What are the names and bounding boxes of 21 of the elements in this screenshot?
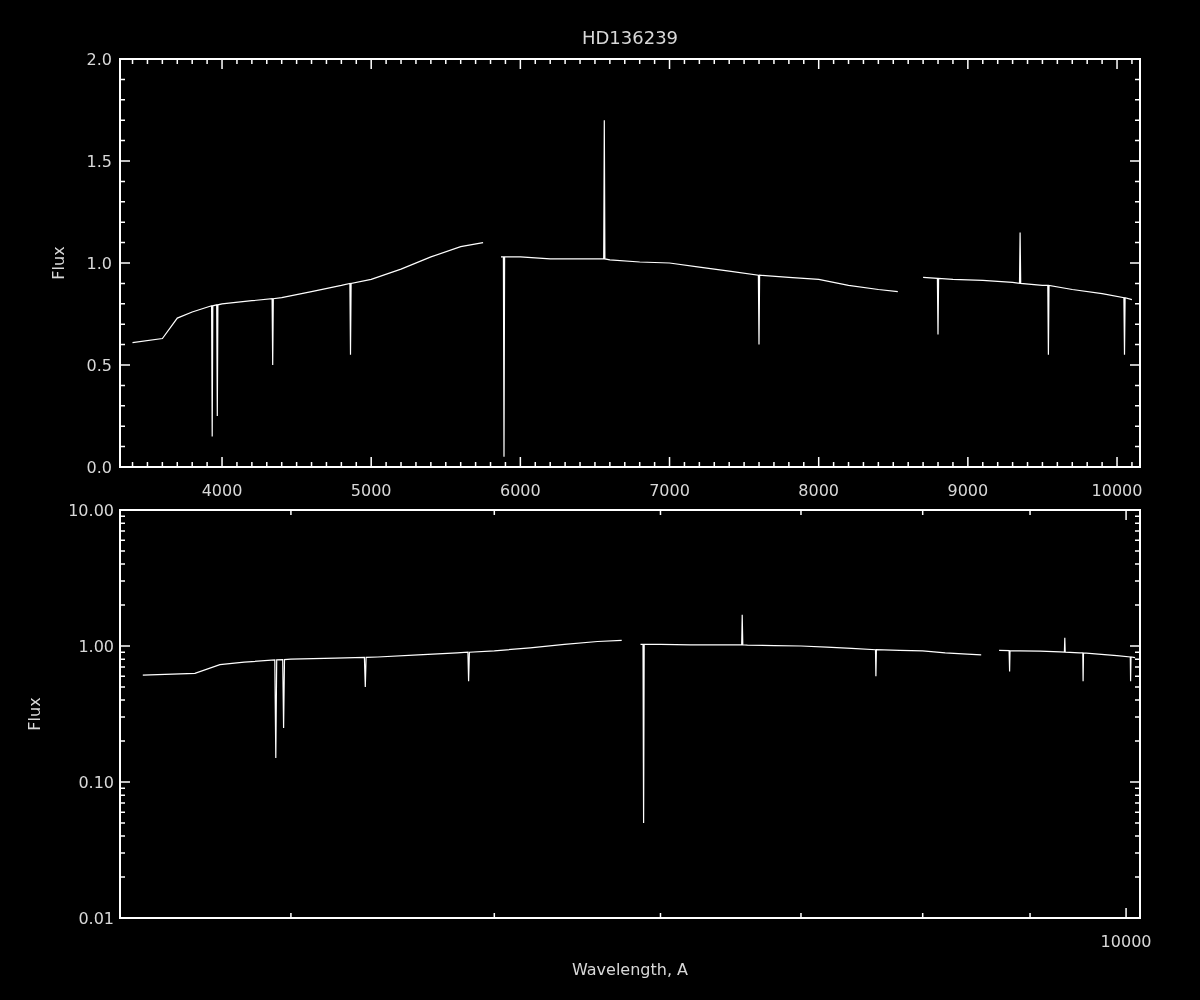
- tick-label: 4000: [201, 481, 243, 500]
- tick-label: 8000: [798, 481, 840, 500]
- plot-title: HD136239: [581, 27, 679, 48]
- tick-label: 1.0: [86, 254, 112, 273]
- tick-label: 0.5: [86, 356, 112, 375]
- axis-label: Flux: [25, 697, 44, 731]
- tick-label: 10000: [1100, 932, 1152, 951]
- axis-label: Flux: [49, 246, 68, 280]
- tick-label: 1.00: [78, 637, 114, 656]
- axis-label: Wavelength, A: [572, 960, 688, 979]
- tick-label: 0.01: [78, 909, 114, 928]
- tick-label: 5000: [350, 481, 392, 500]
- tick-label: 2.0: [86, 50, 112, 69]
- tick-label: 10000: [1091, 481, 1143, 500]
- tick-label: 0.0: [86, 458, 112, 477]
- tick-label: 0.10: [78, 773, 114, 792]
- tick-label: 10.00: [68, 501, 114, 520]
- tick-label: 9000: [947, 481, 989, 500]
- tick-label: 1.5: [86, 152, 112, 171]
- tick-label: 6000: [500, 481, 541, 500]
- tick-label: 7000: [649, 481, 690, 500]
